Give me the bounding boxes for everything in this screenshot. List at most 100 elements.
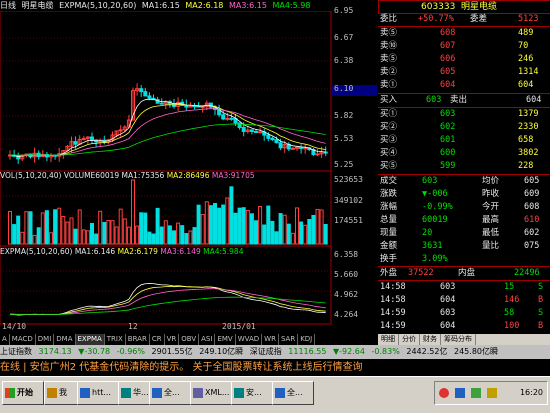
volume-bar bbox=[85, 230, 90, 245]
quote-tab[interactable]: 财务 bbox=[420, 334, 441, 345]
stat-value: 3.09% bbox=[422, 254, 448, 264]
volume-bar bbox=[110, 220, 115, 245]
volume-bar bbox=[77, 209, 82, 245]
sell-row: 卖⑤ 608 489 bbox=[378, 27, 550, 40]
volume-bar bbox=[40, 212, 45, 245]
tab-asi[interactable]: ASI bbox=[199, 334, 216, 345]
buy-price: 601 bbox=[440, 135, 456, 145]
volume-bar bbox=[151, 233, 156, 245]
outer-label: 外盘 bbox=[380, 268, 398, 278]
sell-price: 604 bbox=[440, 80, 456, 90]
volume-bar bbox=[28, 211, 33, 245]
quote-tab[interactable]: 分价 bbox=[399, 334, 420, 345]
candle-body bbox=[184, 104, 189, 108]
tab-vr[interactable]: VR bbox=[165, 334, 180, 345]
expma-tick: 4.962 bbox=[334, 290, 359, 299]
index-status-bar: 上证指数 3174.13 ▼-30.78 -0.96% 2901.55亿 249… bbox=[0, 345, 550, 359]
tab-obv[interactable]: OBV bbox=[179, 334, 200, 345]
candle-body bbox=[143, 91, 148, 97]
tab-brar[interactable]: BRAR bbox=[126, 334, 150, 345]
tray-volume-icon[interactable] bbox=[487, 388, 497, 398]
sell-volume: 604 bbox=[518, 80, 534, 90]
candle-body bbox=[266, 134, 271, 139]
buy-row: 买⑤ 599 228 bbox=[378, 160, 550, 173]
buy1-label: 买入 bbox=[380, 95, 398, 105]
taskbar-item[interactable]: 华... bbox=[118, 381, 150, 405]
tab-trix[interactable]: TRIX bbox=[105, 334, 126, 345]
volume-bar bbox=[147, 231, 152, 245]
volume-bar bbox=[167, 225, 172, 245]
taskbar-item[interactable]: 安... bbox=[231, 381, 273, 405]
tab-wr[interactable]: WR bbox=[262, 334, 279, 345]
tick-volume: 58 bbox=[504, 308, 515, 318]
volume-bar bbox=[126, 226, 131, 245]
price-tick: 6.38 bbox=[334, 56, 354, 65]
volume-bar bbox=[163, 220, 168, 245]
volume-bar bbox=[221, 204, 226, 245]
taskbar-item[interactable]: 全... bbox=[149, 381, 191, 405]
candle-body bbox=[278, 142, 283, 149]
tab-dma[interactable]: DMA bbox=[54, 334, 76, 345]
tab-dmi[interactable]: DMI bbox=[36, 334, 55, 345]
volume-bar bbox=[204, 201, 209, 245]
sell-level-label: 卖① bbox=[380, 80, 398, 90]
tray-network-icon[interactable] bbox=[471, 388, 481, 398]
quote-panel: 603333 明星电缆 委比 +50.77% 委差 5123 卖⑤ 608 489 卖… bbox=[378, 0, 550, 344]
volume-bar bbox=[184, 233, 189, 245]
stat-row: 总量 60019 最高 610 bbox=[378, 214, 550, 227]
tray-s-icon[interactable] bbox=[439, 388, 449, 398]
buy-volume: 228 bbox=[518, 161, 534, 171]
quote-tab[interactable]: 筹码分布 bbox=[441, 334, 476, 345]
volume-bar bbox=[311, 214, 316, 245]
tab-cr[interactable]: CR bbox=[150, 334, 165, 345]
news-ticker[interactable]: 在线 | 安信广州2 代基金代码清除的提示。 关于全国股票转让系统上线后行情查询 bbox=[0, 359, 550, 376]
expma-tick: 5.660 bbox=[334, 270, 359, 279]
taskbar-item[interactable]: htt... bbox=[77, 381, 119, 405]
period-label: 日线 bbox=[0, 1, 16, 10]
volume-bar bbox=[16, 215, 21, 245]
stat-label: 昨收 bbox=[482, 189, 500, 199]
system-tray: 16:20 bbox=[434, 381, 548, 405]
tab-expma[interactable]: EXPMA bbox=[75, 334, 105, 345]
candle-body bbox=[237, 122, 242, 128]
stat-value: 610 bbox=[524, 215, 540, 225]
buy-row: 买④ 600 3802 bbox=[378, 147, 550, 160]
quote-tab[interactable]: 明细 bbox=[378, 334, 399, 345]
volume-bar bbox=[208, 205, 213, 245]
buy-volume: 3802 bbox=[518, 148, 539, 158]
candle-body bbox=[221, 114, 226, 120]
tab-kdj[interactable]: KDJ bbox=[298, 334, 316, 345]
index2-amount2: 245.80亿瞬 bbox=[454, 347, 498, 356]
volume-bar bbox=[20, 231, 25, 245]
tab-macd[interactable]: MACD bbox=[10, 334, 36, 345]
volume-bar bbox=[323, 223, 328, 245]
tick-row: 14:58 603 15 S bbox=[378, 281, 550, 294]
candle-body bbox=[254, 130, 258, 133]
volume-bar bbox=[155, 207, 160, 245]
taskbar-item[interactable]: 全... bbox=[272, 381, 314, 405]
stat-value: 20 bbox=[422, 228, 433, 238]
stat-value: 608 bbox=[524, 202, 540, 212]
index2-value: 11116.55 bbox=[288, 347, 327, 356]
taskbar-item[interactable]: XML... bbox=[190, 381, 232, 405]
tab-a[interactable]: A bbox=[0, 334, 10, 345]
candle-body bbox=[258, 131, 263, 134]
volume-bar bbox=[118, 208, 123, 245]
tray-app-icon[interactable] bbox=[455, 388, 465, 398]
index1-value: 3174.13 bbox=[38, 347, 72, 356]
vol-volume: VOLUME60019 bbox=[63, 171, 120, 180]
volume-bar bbox=[106, 220, 111, 245]
taskbar-item[interactable]: 我 bbox=[44, 381, 78, 405]
buy-price: 599 bbox=[440, 161, 456, 171]
stat-label: 今开 bbox=[482, 202, 500, 212]
stat-row: 现量 20 最低 602 bbox=[378, 227, 550, 240]
volume-bar bbox=[81, 229, 86, 245]
tab-wvad[interactable]: WVAD bbox=[236, 334, 263, 345]
tab-emv[interactable]: EMV bbox=[215, 334, 236, 345]
expma-label: EXPMA(5,10,20,60) bbox=[0, 247, 73, 256]
stat-row: 成交 603 均价 605 bbox=[378, 175, 550, 188]
tick-time: 14:59 bbox=[380, 321, 406, 331]
buy-row: 买② 602 2330 bbox=[378, 121, 550, 134]
tab-sar[interactable]: SAR bbox=[279, 334, 299, 345]
start-button[interactable]: 开始 bbox=[2, 381, 44, 405]
